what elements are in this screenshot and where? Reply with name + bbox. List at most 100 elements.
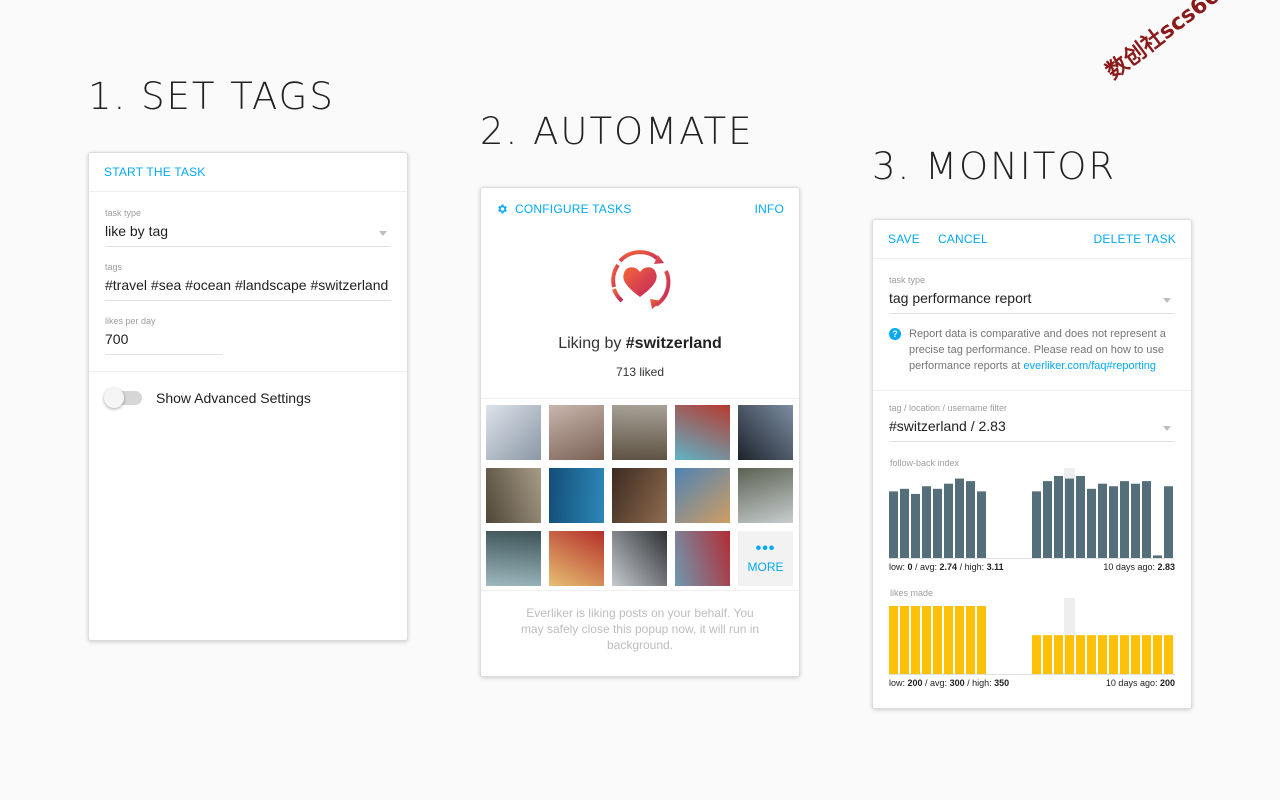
likes-made-bar[interactable]: [1131, 635, 1140, 674]
chevron-down-icon: [379, 231, 387, 236]
tags-value: #travel #sea #ocean #landscape #switzerl…: [105, 272, 391, 301]
likes-made-bar[interactable]: [1087, 635, 1096, 674]
followback-bar[interactable]: [889, 491, 898, 558]
photo-thumbnail-old-street[interactable]: [486, 468, 541, 523]
followback-bar[interactable]: [1120, 481, 1129, 558]
photo-thumbnail-blue-texture[interactable]: [549, 468, 604, 523]
more-button[interactable]: ••• MORE: [738, 531, 793, 586]
step-monitor-title: 3. MONITOR: [872, 145, 1117, 188]
likes-chart-label: likes made: [890, 588, 934, 598]
followback-bar[interactable]: [1142, 481, 1151, 558]
followback-bar[interactable]: [955, 478, 964, 558]
filter-select[interactable]: tag / location / username filter #switze…: [889, 403, 1175, 442]
delete-task-button[interactable]: DELETE TASK: [1094, 232, 1176, 246]
likes-per-day-label: likes per day: [105, 316, 156, 326]
filter-value: #switzerland / 2.83: [889, 413, 1175, 442]
liked-count: 713 liked: [615, 365, 665, 379]
chevron-down-icon: [1163, 426, 1171, 431]
followback-bar[interactable]: [977, 491, 986, 558]
likes-made-bar[interactable]: [922, 606, 931, 674]
report-type-select[interactable]: task type tag performance report: [889, 275, 1175, 314]
followback-bar[interactable]: [1065, 478, 1074, 558]
liking-tag: #switzerland: [625, 335, 722, 352]
info-link[interactable]: INFO: [755, 202, 784, 216]
task-type-label: task type: [105, 208, 142, 218]
cancel-button[interactable]: CANCEL: [938, 232, 988, 246]
advanced-settings-label: Show Advanced Settings: [156, 390, 311, 406]
report-type-value: tag performance report: [889, 285, 1175, 314]
photo-thumbnail-lake-person[interactable]: [675, 531, 730, 586]
task-type-select[interactable]: task type like by tag: [105, 208, 391, 247]
likes-made-bar[interactable]: [944, 606, 953, 674]
likes-made-bar[interactable]: [977, 606, 986, 674]
likes-made-bar[interactable]: [1142, 635, 1151, 674]
likes-made-bar[interactable]: [889, 606, 898, 674]
followback-bar[interactable]: [1098, 483, 1107, 558]
tags-input[interactable]: tags #travel #sea #ocean #landscape #swi…: [105, 262, 391, 301]
likes-made-bar[interactable]: [955, 606, 964, 674]
chevron-down-icon: [1163, 298, 1171, 303]
photo-thumbnail-snowy-balcony[interactable]: [612, 531, 667, 586]
followback-bar[interactable]: [1054, 476, 1063, 558]
followback-bar[interactable]: [1109, 486, 1118, 558]
likes-made-bar[interactable]: [911, 606, 920, 674]
gear-icon[interactable]: [496, 203, 508, 215]
report-type-label: task type: [889, 275, 926, 285]
watermark: 数创社scs66: [1101, 0, 1226, 85]
followback-bar[interactable]: [1087, 488, 1096, 558]
likes-made-bar[interactable]: [1098, 635, 1107, 674]
photo-thumbnail-chocolate-boxes[interactable]: [549, 531, 604, 586]
followback-bar[interactable]: [1043, 481, 1052, 558]
save-button[interactable]: SAVE: [888, 232, 920, 246]
likes-made-bar[interactable]: [1109, 635, 1118, 674]
help-icon: ?: [889, 328, 901, 340]
advanced-settings-toggle[interactable]: [104, 388, 142, 408]
likes-made-bar[interactable]: [933, 606, 942, 674]
tags-label: tags: [105, 262, 123, 272]
followback-bar[interactable]: [1076, 476, 1085, 558]
faq-reporting-link[interactable]: everliker.com/faq#reporting: [1023, 360, 1156, 372]
followback-bar[interactable]: [1032, 491, 1041, 558]
followback-bar[interactable]: [922, 486, 931, 558]
photo-thumbnail-lake-sunset[interactable]: [738, 468, 793, 523]
liking-by-text: Liking by #switzerland: [558, 335, 722, 352]
followback-bar[interactable]: [1131, 483, 1140, 558]
heart-cycle-icon: [600, 239, 680, 319]
photo-thumbnail-snowy-forest[interactable]: [486, 405, 541, 460]
likes-made-bar[interactable]: [1076, 635, 1085, 674]
start-task-link[interactable]: START THE TASK: [104, 165, 206, 179]
configure-tasks-link[interactable]: CONFIGURE TASKS: [515, 202, 632, 216]
likes-made-bar[interactable]: [1043, 635, 1052, 674]
likes-made-bar[interactable]: [1065, 635, 1074, 674]
report-info: ? Report data is comparative and does no…: [889, 326, 1175, 374]
photo-thumbnail-cafe-interior[interactable]: [675, 468, 730, 523]
followback-chart: [889, 468, 1173, 558]
followback-bar[interactable]: [900, 488, 909, 558]
photo-thumbnail-swiss-knives[interactable]: [675, 405, 730, 460]
followback-bar[interactable]: [933, 488, 942, 558]
step-set-tags-title: 1. SET TAGS: [88, 75, 335, 118]
more-dots-icon: •••: [755, 539, 776, 557]
likes-made-bar[interactable]: [1054, 635, 1063, 674]
followback-bar[interactable]: [911, 493, 920, 558]
photo-thumbnail-person-on-ice[interactable]: [549, 405, 604, 460]
followback-bar[interactable]: [966, 481, 975, 558]
likes-made-bar[interactable]: [1120, 635, 1129, 674]
photo-thumbnail-mountain-village[interactable]: [738, 405, 793, 460]
photo-thumbnail-rustic-room[interactable]: [612, 468, 667, 523]
background-note: Everliker is liking posts on your behalf…: [520, 606, 760, 652]
likes-made-bar[interactable]: [900, 606, 909, 674]
likes-made-bar[interactable]: [1032, 635, 1041, 674]
filter-label: tag / location / username filter: [889, 403, 1008, 413]
followback-bar[interactable]: [944, 483, 953, 558]
likes-per-day-value: 700: [105, 326, 223, 355]
photo-thumbnail-pool-building[interactable]: [486, 531, 541, 586]
likes-per-day-input[interactable]: likes per day 700: [105, 316, 223, 355]
likes-made-bar[interactable]: [1164, 635, 1173, 674]
likes-made-bar[interactable]: [1153, 635, 1162, 674]
likes-made-chart: [889, 598, 1173, 674]
followback-bar[interactable]: [1153, 555, 1162, 558]
photo-thumbnail-town-view[interactable]: [612, 405, 667, 460]
followback-bar[interactable]: [1164, 486, 1173, 558]
likes-made-bar[interactable]: [966, 606, 975, 674]
